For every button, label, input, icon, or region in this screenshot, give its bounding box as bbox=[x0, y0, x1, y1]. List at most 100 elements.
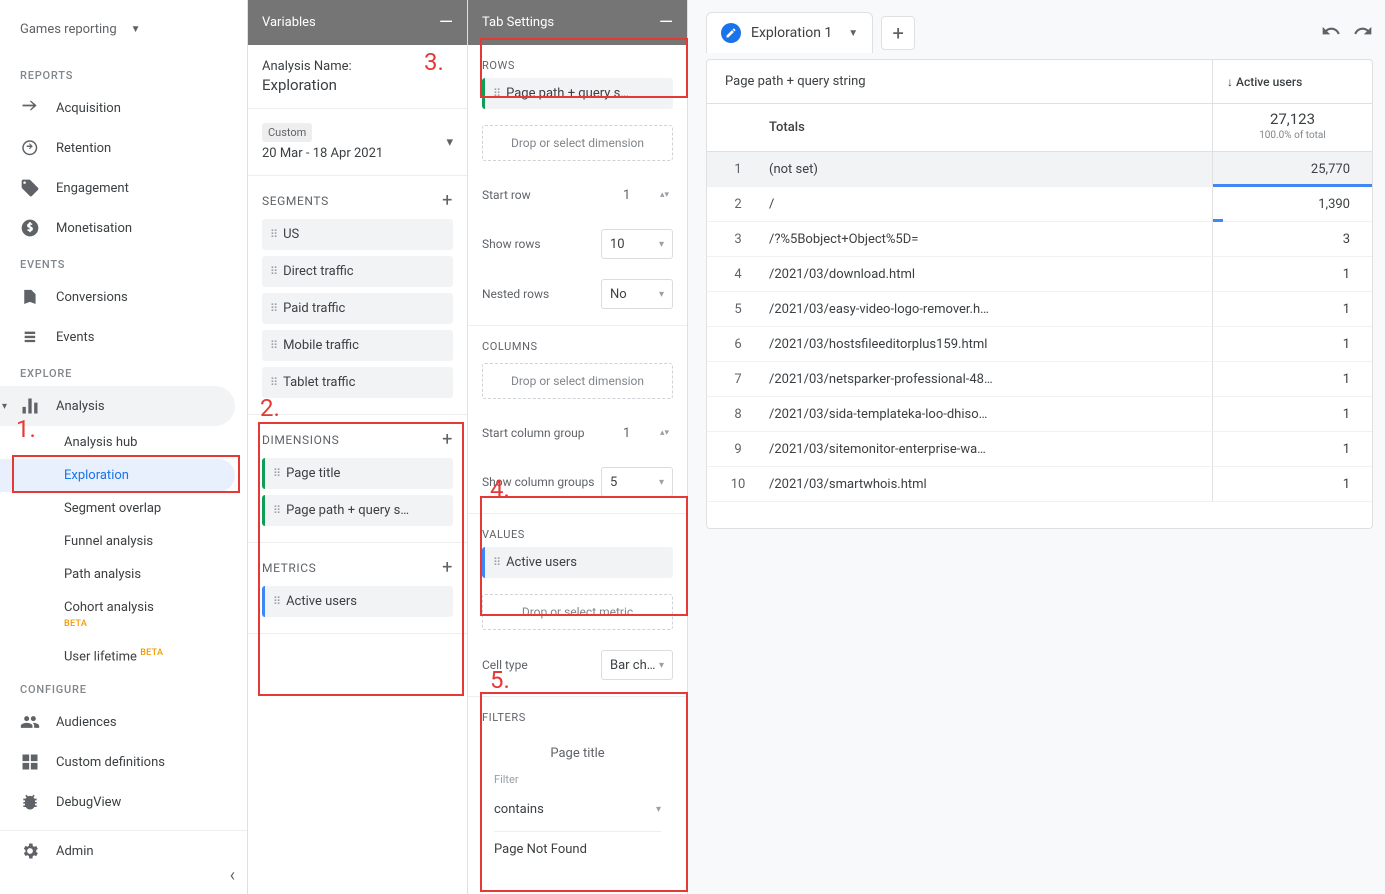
beta-badge: BETA bbox=[140, 648, 163, 658]
nested-rows-select[interactable]: No▾ bbox=[601, 279, 673, 309]
th-dimension[interactable]: Page path + query string bbox=[707, 60, 1212, 103]
table-row[interactable]: 6/2021/03/hostsfileeditorplus159.html1 bbox=[707, 327, 1372, 362]
row-path: /2021/03/hostsfileeditorplus159.html bbox=[769, 327, 1212, 361]
acquisition-icon bbox=[20, 98, 40, 118]
value-chip[interactable]: ⠿Active users bbox=[482, 547, 673, 578]
row-index: 3 bbox=[707, 222, 769, 256]
row-drop-target[interactable]: Drop or select dimension bbox=[482, 125, 673, 161]
filter-operator-select[interactable]: contains ▾ bbox=[494, 796, 661, 832]
show-col-control: Show column groups 5▾ bbox=[468, 457, 687, 513]
nav-analysis-label: Analysis bbox=[56, 399, 105, 414]
cat-configure: CONFIGURE bbox=[0, 673, 247, 702]
row-value: 1 bbox=[1212, 327, 1372, 361]
nav-custom-definitions[interactable]: Custom definitions bbox=[0, 742, 247, 782]
chip-page-title[interactable]: ⠿Page title bbox=[262, 458, 453, 489]
table-row[interactable]: 3/?%5Bobject+Object%5D=3 bbox=[707, 222, 1372, 257]
filters-label: FILTERS bbox=[468, 696, 687, 730]
nav-user-lifetime[interactable]: User lifetime BETA bbox=[0, 639, 247, 673]
chip-paid-traffic[interactable]: ⠿Paid traffic bbox=[262, 293, 453, 324]
start-col-stepper[interactable]: 1▴▾ bbox=[601, 419, 673, 447]
nav-path-analysis[interactable]: Path analysis bbox=[0, 558, 247, 591]
nav-admin[interactable]: Admin bbox=[0, 831, 247, 871]
row-index: 6 bbox=[707, 327, 769, 361]
table-row[interactable]: 7/2021/03/netsparker-professional-48…1 bbox=[707, 362, 1372, 397]
drag-icon: ⠿ bbox=[270, 228, 277, 241]
nav-analysis[interactable]: ▾ Analysis bbox=[0, 386, 235, 426]
totals-value: 27,123 bbox=[1213, 110, 1372, 128]
chip-active-users[interactable]: ⠿Active users bbox=[262, 586, 453, 617]
beta-badge: BETA bbox=[64, 619, 87, 629]
result-area: Exploration 1 ▼ + Page path + query stri… bbox=[688, 0, 1385, 894]
date-range-picker[interactable]: Custom 20 Mar - 18 Apr 2021 ▾ bbox=[248, 109, 467, 176]
nav-monetisation[interactable]: Monetisation bbox=[0, 208, 247, 248]
minimize-icon[interactable]: — bbox=[439, 12, 453, 33]
nav-audiences[interactable]: Audiences bbox=[0, 702, 247, 742]
chip-tablet-traffic[interactable]: ⠿Tablet traffic bbox=[262, 367, 453, 398]
show-col-select[interactable]: 5▾ bbox=[601, 467, 673, 497]
nav-events[interactable]: Events bbox=[0, 317, 247, 357]
pencil-icon bbox=[721, 23, 741, 43]
table-row[interactable]: 4/2021/03/download.html1 bbox=[707, 257, 1372, 292]
column-drop-target[interactable]: Drop or select dimension bbox=[482, 363, 673, 399]
custom-pill: Custom bbox=[262, 123, 312, 142]
cell-type-control: Cell type Bar ch…▾ bbox=[468, 640, 687, 696]
value-drop-target[interactable]: Drop or select metric bbox=[482, 594, 673, 630]
table-row[interactable]: 10/2021/03/smartwhois.html1 bbox=[707, 467, 1372, 502]
analysis-icon bbox=[20, 396, 40, 416]
drag-icon: ⠿ bbox=[493, 87, 500, 100]
table-header: Page path + query string ↓Active users bbox=[707, 60, 1372, 104]
nav-conversions[interactable]: Conversions bbox=[0, 277, 247, 317]
chip-direct-traffic[interactable]: ⠿Direct traffic bbox=[262, 256, 453, 287]
add-metric-button[interactable]: + bbox=[442, 557, 453, 578]
nav-exploration[interactable]: Exploration bbox=[0, 459, 235, 492]
row-path: /?%5Bobject+Object%5D= bbox=[769, 222, 1212, 256]
add-segment-button[interactable]: + bbox=[442, 190, 453, 211]
row-value: 1 bbox=[1212, 467, 1372, 501]
table-row[interactable]: 1(not set)25,770 bbox=[707, 152, 1372, 187]
sort-arrow-down-icon: ↓ bbox=[1227, 75, 1233, 89]
drag-icon: ⠿ bbox=[270, 265, 277, 278]
minimize-icon[interactable]: — bbox=[659, 12, 673, 33]
nav-funnel-analysis[interactable]: Funnel analysis bbox=[0, 525, 247, 558]
nav-analysis-hub[interactable]: Analysis hub bbox=[0, 426, 247, 459]
chip-us[interactable]: ⠿US bbox=[262, 219, 453, 250]
start-col-control: Start column group 1▴▾ bbox=[468, 409, 687, 457]
cat-events: EVENTS bbox=[0, 248, 247, 277]
table-row[interactable]: 8/2021/03/sida-templateka-loo-dhiso…1 bbox=[707, 397, 1372, 432]
columns-label: COLUMNS bbox=[468, 325, 687, 359]
exploration-tab[interactable]: Exploration 1 ▼ bbox=[706, 12, 873, 53]
chip-mobile-traffic[interactable]: ⠿Mobile traffic bbox=[262, 330, 453, 361]
nav-engagement[interactable]: Engagement bbox=[0, 168, 247, 208]
add-tab-button[interactable]: + bbox=[881, 16, 915, 50]
table-row[interactable]: 9/2021/03/sitemonitor-enterprise-wa…1 bbox=[707, 432, 1372, 467]
undo-icon[interactable] bbox=[1321, 21, 1341, 45]
show-rows-select[interactable]: 10▾ bbox=[601, 229, 673, 259]
chevron-down-icon[interactable]: ▼ bbox=[848, 28, 858, 39]
table-row[interactable]: 5/2021/03/easy-video-logo-remover.h…1 bbox=[707, 292, 1372, 327]
row-value: 1 bbox=[1212, 397, 1372, 431]
table-row[interactable]: 2/1,390 bbox=[707, 187, 1372, 222]
row-index: 5 bbox=[707, 292, 769, 326]
filter-block[interactable]: Page title Filter contains ▾ Page Not Fo… bbox=[482, 736, 673, 877]
cell-type-select[interactable]: Bar ch…▾ bbox=[601, 650, 673, 680]
th-metric[interactable]: ↓Active users bbox=[1212, 60, 1372, 103]
row-index: 1 bbox=[707, 152, 769, 186]
nav-acquisition[interactable]: Acquisition bbox=[0, 88, 247, 128]
row-index: 2 bbox=[707, 187, 769, 221]
filter-value-input[interactable]: Page Not Found bbox=[494, 842, 661, 867]
nav-cohort[interactable]: Cohort analysis BETA bbox=[0, 591, 247, 639]
start-row-stepper[interactable]: 1▴▾ bbox=[601, 181, 673, 209]
nav-retention[interactable]: Retention bbox=[0, 128, 247, 168]
add-dimension-button[interactable]: + bbox=[442, 429, 453, 450]
collapse-sidebar-button[interactable]: ‹ bbox=[230, 865, 235, 886]
chevron-down-icon: ▾ bbox=[656, 804, 661, 815]
analysis-name-block[interactable]: Analysis Name: Exploration bbox=[248, 45, 467, 109]
row-chip[interactable]: ⠿Page path + query s… bbox=[482, 78, 673, 109]
nav-segment-overlap[interactable]: Segment overlap bbox=[0, 492, 247, 525]
chip-page-path-query-s-[interactable]: ⠿Page path + query s… bbox=[262, 495, 453, 526]
redo-icon[interactable] bbox=[1353, 21, 1373, 45]
property-label: Games reporting bbox=[20, 22, 117, 37]
nav-debugview[interactable]: DebugView bbox=[0, 782, 247, 822]
row-value: 1 bbox=[1212, 292, 1372, 326]
property-selector[interactable]: Games reporting ▼ bbox=[0, 0, 247, 59]
